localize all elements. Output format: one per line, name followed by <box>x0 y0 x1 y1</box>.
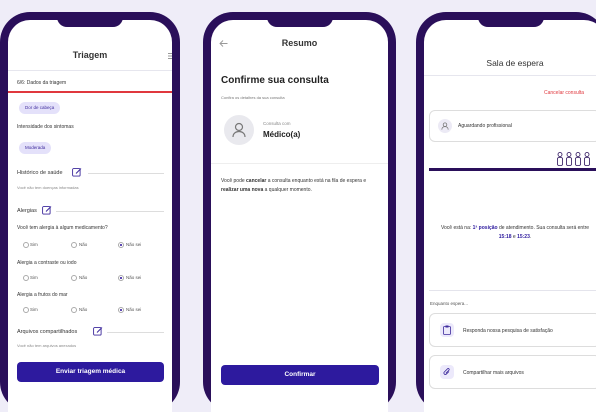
divider <box>211 163 388 164</box>
divider <box>429 290 596 291</box>
shared-files-heading: Arquivos compartilhados <box>17 329 78 335</box>
clipboard-icon <box>443 325 451 335</box>
pos-text: Você está na: <box>440 225 473 231</box>
page-title: Resumo <box>281 38 318 48</box>
phone-triage: Triagem 6/6: Dados da triagem Dor de cab… <box>0 12 180 412</box>
consult-with-label: Consulta com <box>263 121 291 126</box>
triage-header: Triagem <box>8 20 172 71</box>
back-arrow-icon[interactable] <box>219 40 228 47</box>
summary-heading: Confirme sua consulta <box>221 75 329 86</box>
allergy-question-contrast: Alergia a contraste ou iodo <box>17 260 77 266</box>
page-title: Sala de espera <box>486 58 544 68</box>
waiting-screen: Sala de espera Cancelar consulta Aguarda… <box>424 20 596 412</box>
health-history-heading: Histórico de saúde <box>17 170 63 176</box>
divider <box>107 332 164 333</box>
phone-notch <box>57 12 123 27</box>
radio-label: Não <box>79 242 88 247</box>
allergies-heading: Alergias <box>17 208 37 214</box>
time-end: 15:23 <box>517 234 530 240</box>
edit-health-history-icon[interactable] <box>72 167 82 177</box>
queue-position: 1ª posição <box>472 225 498 231</box>
summary-screen: Resumo Confirme sua consulta Confira os … <box>211 20 388 412</box>
professional-status-card: Aguardando profissional <box>429 110 596 142</box>
page-title: Triagem <box>72 50 108 60</box>
doctor-avatar <box>224 115 254 145</box>
intensity-chip: Moderada <box>19 142 52 154</box>
queue-position-text: Você está na: 1ª posição de atendimento.… <box>434 224 596 242</box>
radio-contrast-no[interactable] <box>71 275 77 281</box>
note-text: a qualquer momento. <box>263 187 312 193</box>
person-icon <box>575 152 581 166</box>
cancel-policy-note: Você pode cancelar a consulta enquanto e… <box>221 177 383 195</box>
submit-triage-button[interactable]: Enviar triagem médica <box>17 362 164 382</box>
waiting-professional-text: Aguardando profissional <box>458 123 512 129</box>
survey-text: Responda nossa pesquisa de satisfação <box>463 328 553 334</box>
health-history-note: Você não tem doenças informadas <box>17 185 79 190</box>
cancel-consult-link[interactable]: Cancelar consulta <box>544 90 584 96</box>
phone-notch <box>478 12 544 27</box>
triage-screen: Triagem 6/6: Dados da triagem Dor de cab… <box>8 20 172 412</box>
share-files-text: Compartilhar mais arquivos <box>463 370 524 376</box>
intensity-label: Intensidade dos sintomas <box>17 124 74 130</box>
radio-label: Não sei <box>126 242 142 247</box>
radio-seafood-yes[interactable] <box>23 307 29 313</box>
radio-label: Sim <box>30 307 38 312</box>
summary-subheading: Confira os detalhes da sua consulta <box>221 95 285 100</box>
time-start: 15:18 <box>498 234 512 240</box>
radio-med-unknown[interactable] <box>118 242 124 248</box>
step-progress-bar <box>8 91 172 93</box>
step-indicator: 6/6: Dados da triagem <box>17 80 67 86</box>
note-text: a consulta enquanto está na fila de espe… <box>266 178 367 184</box>
waiting-header: Sala de espera <box>424 20 596 76</box>
icon-container <box>440 365 454 379</box>
radio-label: Não <box>79 307 88 312</box>
radio-seafood-no[interactable] <box>71 307 77 313</box>
edit-allergies-icon[interactable] <box>42 205 52 215</box>
person-icon <box>557 152 563 166</box>
radio-med-yes[interactable] <box>23 242 29 248</box>
summary-header: Resumo <box>211 20 388 70</box>
user-icon <box>441 122 449 130</box>
allergy-question-seafood: Alergia a frutos do mar <box>17 292 68 298</box>
radio-label: Não <box>79 275 88 280</box>
menu-icon[interactable] <box>168 53 172 59</box>
person-icon <box>584 152 590 166</box>
phone-notch <box>266 12 333 27</box>
doctor-name: Médico(a) <box>263 130 301 139</box>
icon-container <box>440 323 454 337</box>
queue-people-icons <box>556 152 592 166</box>
share-files-card[interactable]: Compartilhar mais arquivos <box>429 355 596 389</box>
radio-med-no[interactable] <box>71 242 77 248</box>
shared-files-note: Você não tem arquivos anexados <box>17 343 77 348</box>
confirm-button[interactable]: Confirmar <box>221 365 379 385</box>
avatar <box>438 119 452 133</box>
divider <box>88 173 164 174</box>
queue-bar <box>429 168 596 171</box>
note-cancel: cancelar <box>246 178 267 184</box>
survey-card[interactable]: Responda nossa pesquisa de satisfação <box>429 313 596 347</box>
note-redo: realizar uma nova <box>221 187 264 193</box>
paperclip-icon <box>443 368 450 375</box>
radio-seafood-unknown[interactable] <box>118 307 124 313</box>
symptom-chip: Dor de cabeça <box>19 102 61 114</box>
radio-contrast-unknown[interactable] <box>118 275 124 281</box>
phone-waiting-room: Sala de espera Cancelar consulta Aguarda… <box>416 12 596 412</box>
radio-label: Não sei <box>126 307 142 312</box>
radio-label: Sim <box>30 275 38 280</box>
user-icon <box>232 122 246 138</box>
note-text: Você pode <box>221 178 247 184</box>
person-icon <box>566 152 572 166</box>
meanwhile-label: Enquanto espera... <box>430 301 469 306</box>
edit-files-icon[interactable] <box>93 326 103 336</box>
radio-label: Sim <box>30 242 38 247</box>
divider <box>56 211 164 212</box>
radio-contrast-yes[interactable] <box>23 275 29 281</box>
pos-text: de atendimento. Sua consulta será entre <box>497 225 590 231</box>
phone-summary: Resumo Confirme sua consulta Confira os … <box>203 12 396 412</box>
radio-label: Não sei <box>126 275 142 280</box>
allergy-question-medication: Você tem alergia à algum medicamento? <box>17 225 108 231</box>
pos-text: . <box>529 234 532 240</box>
